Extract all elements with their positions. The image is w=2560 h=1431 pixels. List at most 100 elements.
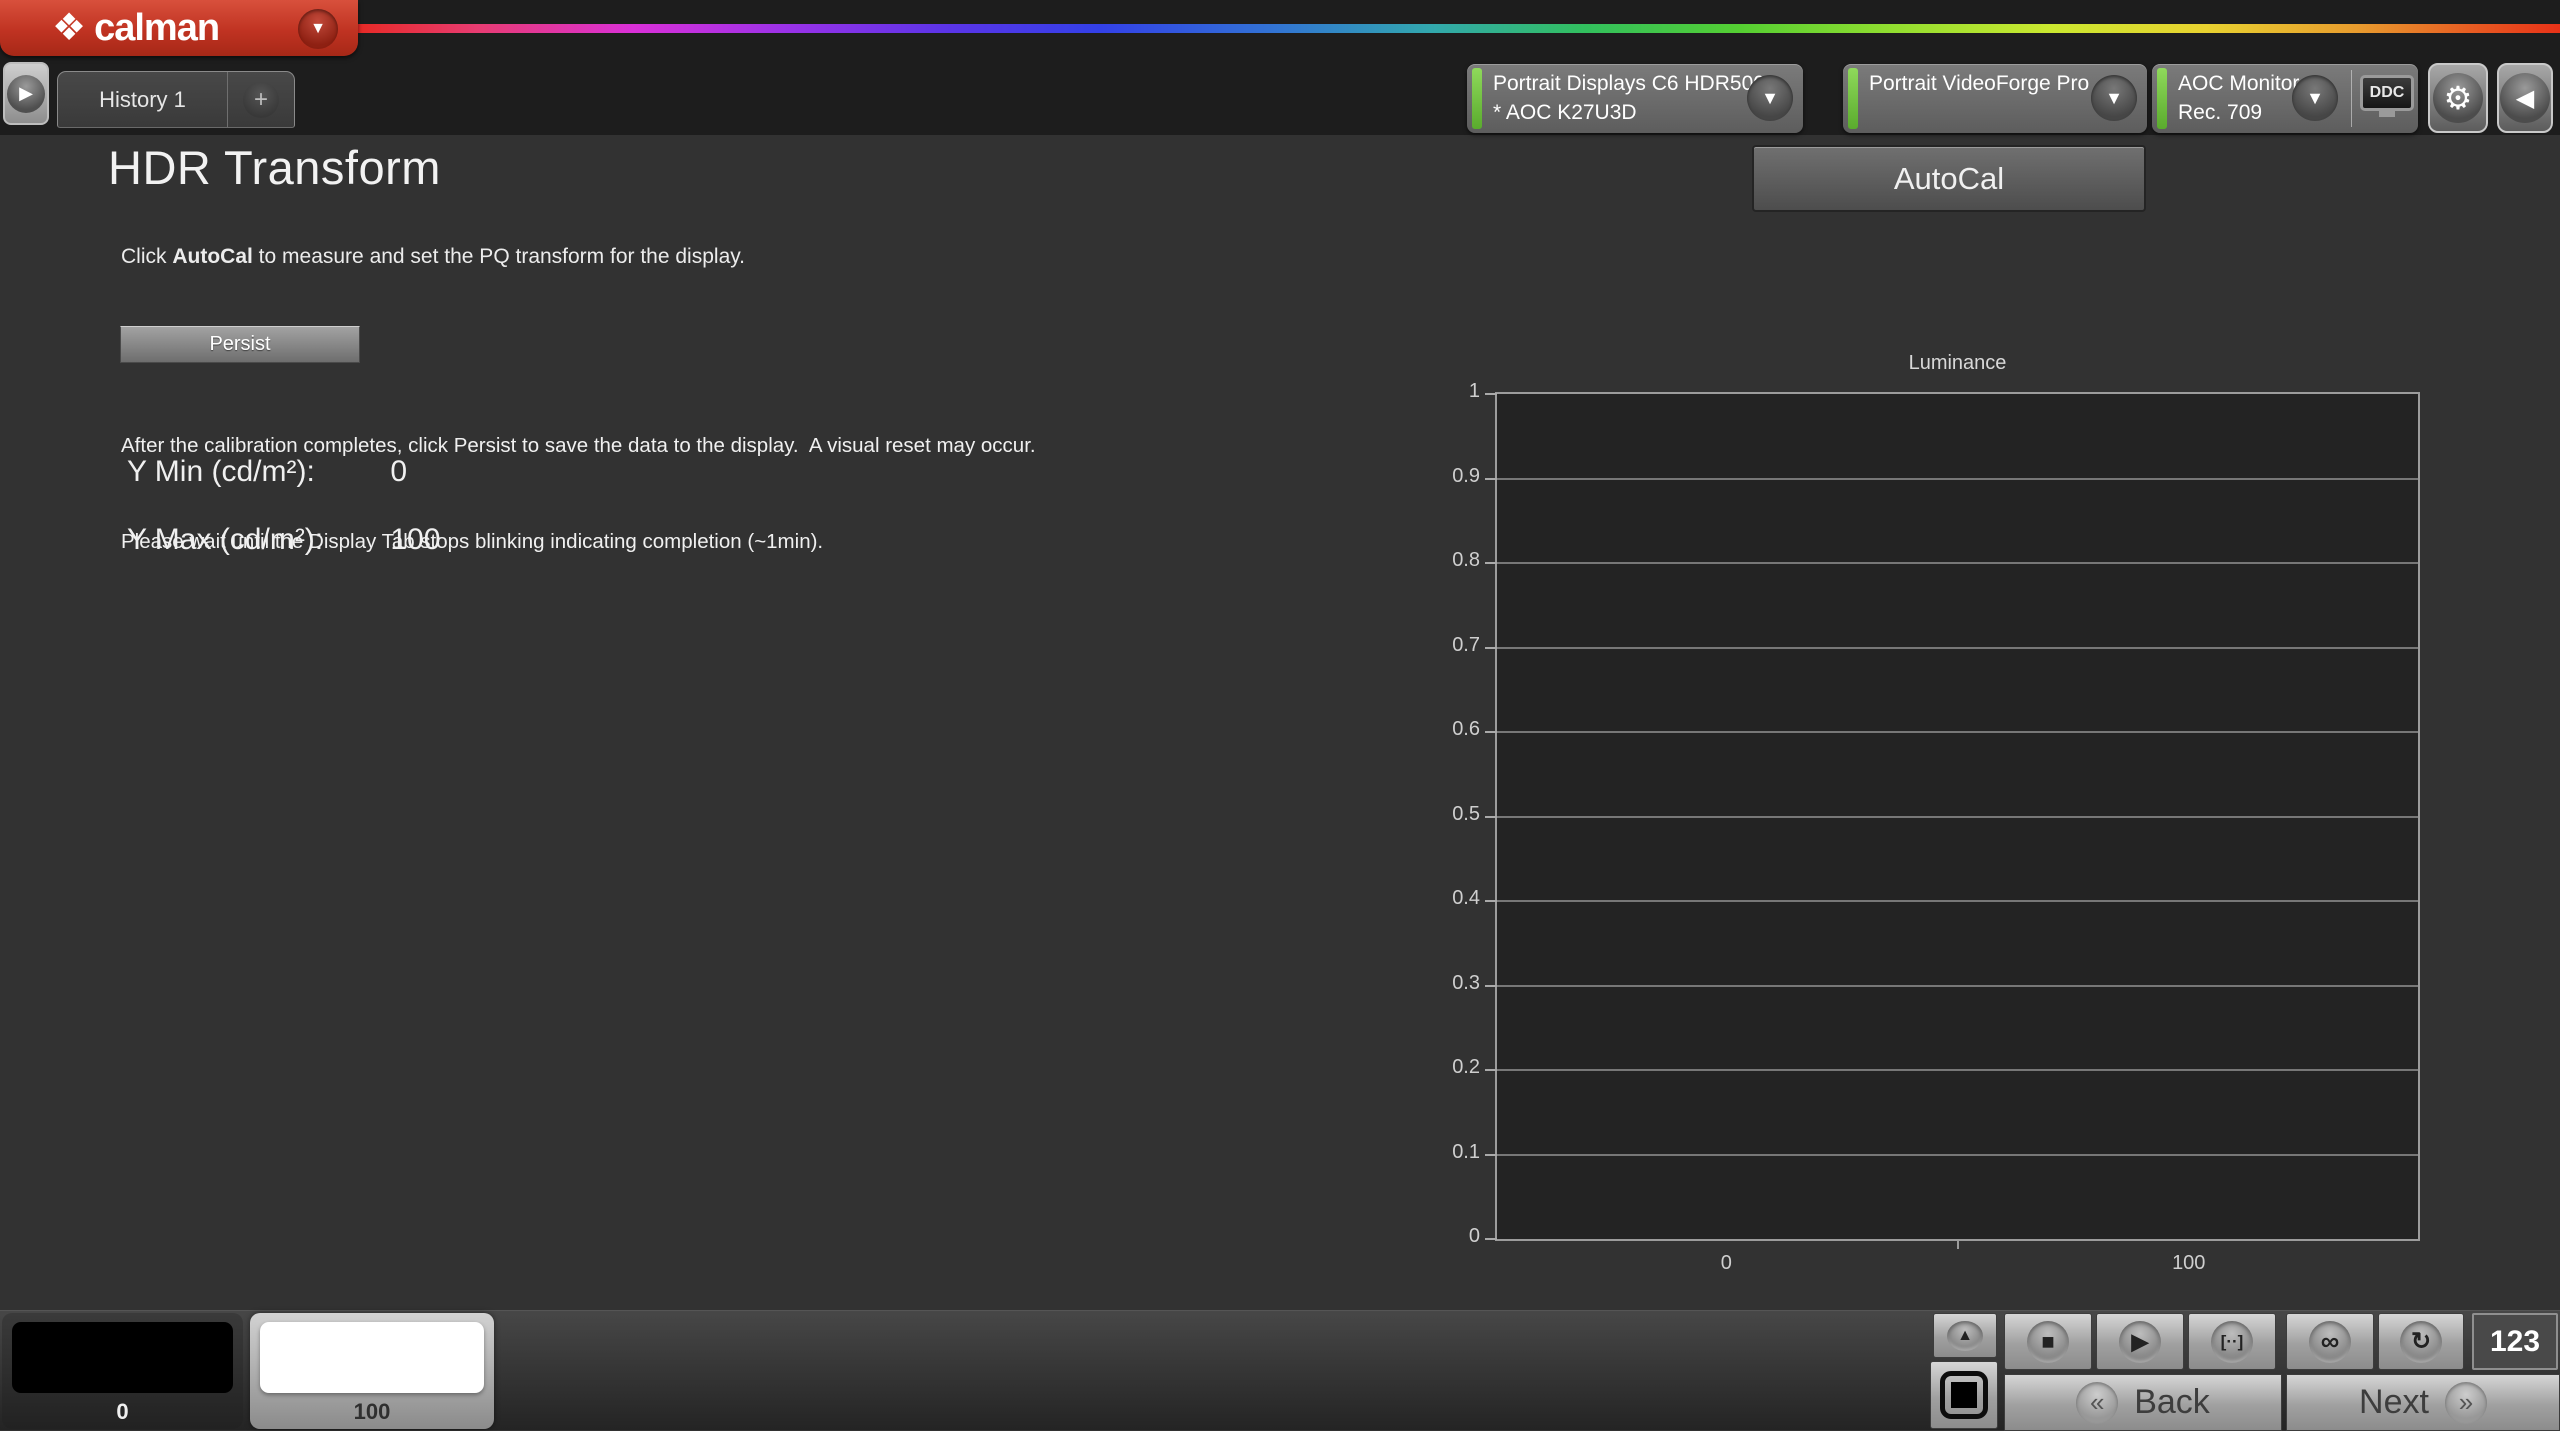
continuous-measure-button[interactable]: ∞ bbox=[2286, 1313, 2374, 1370]
meter-line1: AOC Monitor bbox=[2178, 69, 2299, 98]
gridline bbox=[1497, 985, 2418, 987]
step-bracket-icon: [··] bbox=[2211, 1321, 2253, 1363]
meter-status-stripe bbox=[1848, 68, 1858, 129]
y-tick-mark bbox=[1485, 647, 1497, 649]
y-tick-mark bbox=[1485, 985, 1497, 987]
meter-line2: * AOC K27U3D bbox=[1493, 98, 1777, 127]
y-min-label: Y Min (cd/m²): bbox=[127, 455, 382, 489]
gridline bbox=[1497, 562, 2418, 564]
y-tick-mark bbox=[1485, 393, 1497, 395]
tab-history-1[interactable]: History 1 + bbox=[57, 71, 295, 128]
next-label: Next bbox=[2359, 1383, 2429, 1422]
ddc-monitor-icon: DDC bbox=[2360, 75, 2414, 111]
meter-line1: Portrait VideoForge Pro bbox=[1869, 69, 2089, 98]
tab-label[interactable]: History 1 bbox=[58, 72, 228, 127]
gridline bbox=[1497, 900, 2418, 902]
plus-icon: + bbox=[243, 82, 279, 118]
y-max-value: 100 bbox=[390, 523, 440, 556]
gridline bbox=[1497, 478, 2418, 480]
x-tick-label: 100 bbox=[2172, 1252, 2205, 1275]
chevron-down-icon: ▼ bbox=[310, 20, 326, 38]
y-tick-mark bbox=[1485, 478, 1497, 480]
y-tick-mark bbox=[1485, 1238, 1497, 1240]
y-max-label: Y Max (cd/m²): bbox=[127, 523, 382, 557]
y-tick-label: 0.3 bbox=[1380, 972, 1480, 995]
chevrons-left-icon: « bbox=[2076, 1382, 2118, 1424]
chevron-down-icon[interactable]: ▼ bbox=[2091, 75, 2137, 121]
next-button[interactable]: Next » bbox=[2286, 1374, 2560, 1431]
y-tick-label: 0.1 bbox=[1380, 1141, 1480, 1164]
gridline bbox=[1497, 1154, 2418, 1156]
calman-diamond-icon: ❖ bbox=[52, 9, 86, 47]
y-tick-mark bbox=[1485, 562, 1497, 564]
meter-status-stripe bbox=[2157, 68, 2167, 129]
y-tick-label: 0.9 bbox=[1380, 465, 1480, 488]
autocal-button[interactable]: AutoCal bbox=[1752, 145, 2146, 212]
chevron-down-icon[interactable]: ▼ bbox=[2292, 75, 2338, 121]
y-tick-label: 0.6 bbox=[1380, 718, 1480, 741]
patch-label: 0 bbox=[2, 1399, 243, 1425]
chevrons-right-icon: » bbox=[2445, 1382, 2487, 1424]
refresh-icon: ↻ bbox=[2400, 1321, 2442, 1363]
patch-list-up-button[interactable]: ▲ bbox=[1933, 1313, 1997, 1358]
session-expand-button[interactable]: ▶ bbox=[3, 62, 49, 125]
rainbow-gradient-bar bbox=[345, 24, 2560, 33]
black-swatch bbox=[12, 1322, 233, 1393]
gridline bbox=[1497, 1069, 2418, 1071]
y-tick-mark bbox=[1485, 731, 1497, 733]
meter-dropdown-display[interactable]: AOC Monitor Rec. 709 ▼ DDC bbox=[2152, 64, 2418, 133]
calman-logo-text: calman bbox=[94, 7, 219, 50]
pattern-window-icon bbox=[1940, 1371, 1988, 1419]
logo-menu-button[interactable]: ▼ bbox=[298, 9, 338, 49]
refresh-button[interactable]: ↻ bbox=[2378, 1313, 2464, 1370]
y-min-row: Y Min (cd/m²): 0 bbox=[127, 455, 407, 489]
stop-icon: ■ bbox=[2027, 1321, 2069, 1363]
ddc-monitor-stand bbox=[2379, 111, 2395, 117]
gear-icon: ⚙ bbox=[2433, 73, 2483, 123]
settings-button[interactable]: ⚙ bbox=[2428, 63, 2488, 133]
calman-logo-button[interactable]: ❖ calman ▼ bbox=[0, 0, 358, 56]
instruction-text: Click AutoCal to measure and set the PQ … bbox=[121, 245, 745, 269]
collapse-panel-button[interactable]: ◀ bbox=[2497, 63, 2553, 133]
meter-status-stripe bbox=[1472, 68, 1482, 129]
persist-button[interactable]: Persist bbox=[120, 326, 360, 363]
y-tick-mark bbox=[1485, 1154, 1497, 1156]
back-button[interactable]: « Back bbox=[2004, 1374, 2282, 1431]
infinity-icon: ∞ bbox=[2309, 1321, 2351, 1363]
y-tick-mark bbox=[1485, 1069, 1497, 1071]
single-measure-button[interactable]: [··] bbox=[2188, 1313, 2276, 1370]
arrow-left-icon: ◀ bbox=[2500, 73, 2550, 123]
gridline bbox=[1497, 816, 2418, 818]
bottom-bar: 0 100 ▲ ■ ▶ [··] ∞ ↻ 123 « Back Next » bbox=[0, 1310, 2560, 1430]
pattern-patch-100[interactable]: 100 bbox=[250, 1313, 494, 1429]
y-tick-mark bbox=[1485, 900, 1497, 902]
stop-measure-button[interactable]: ■ bbox=[2004, 1313, 2092, 1370]
chevron-up-icon: ▲ bbox=[1947, 1321, 1983, 1351]
x-tick-label: 0 bbox=[1721, 1252, 1732, 1275]
pattern-window-button[interactable] bbox=[1930, 1361, 1998, 1429]
y-max-row: Y Max (cd/m²): 100 bbox=[127, 523, 440, 557]
play-icon: ▶ bbox=[7, 75, 45, 113]
meter-dropdown-generator[interactable]: Portrait VideoForge Pro ▼ bbox=[1843, 64, 2147, 133]
y-tick-label: 0 bbox=[1380, 1225, 1480, 1248]
y-tick-label: 0.5 bbox=[1380, 803, 1480, 826]
chevron-down-icon[interactable]: ▼ bbox=[1747, 75, 1793, 121]
meter-line2: Rec. 709 bbox=[2178, 98, 2299, 127]
y-tick-label: 0.2 bbox=[1380, 1056, 1480, 1079]
start-measure-button[interactable]: ▶ bbox=[2096, 1313, 2184, 1370]
gridline bbox=[1497, 647, 2418, 649]
white-swatch bbox=[260, 1322, 484, 1393]
chart-title: Luminance bbox=[1495, 352, 2420, 375]
meter-line1: Portrait Displays C6 HDR5000 bbox=[1493, 69, 1777, 98]
pattern-patch-0[interactable]: 0 bbox=[2, 1313, 243, 1429]
y-min-value: 0 bbox=[390, 455, 407, 488]
measure-counter: 123 bbox=[2472, 1313, 2558, 1370]
meter-dropdown-colorimeter[interactable]: Portrait Displays C6 HDR5000 * AOC K27U3… bbox=[1467, 64, 1803, 133]
divider bbox=[2351, 70, 2352, 127]
ddc-button[interactable]: DDC bbox=[2360, 75, 2414, 117]
chart-y-axis-labels: 00.10.20.30.40.50.60.70.80.91 bbox=[1380, 392, 1480, 1241]
y-tick-mark bbox=[1485, 816, 1497, 818]
add-tab-button[interactable]: + bbox=[228, 72, 294, 127]
play-icon: ▶ bbox=[2119, 1321, 2161, 1363]
back-label: Back bbox=[2134, 1383, 2210, 1422]
